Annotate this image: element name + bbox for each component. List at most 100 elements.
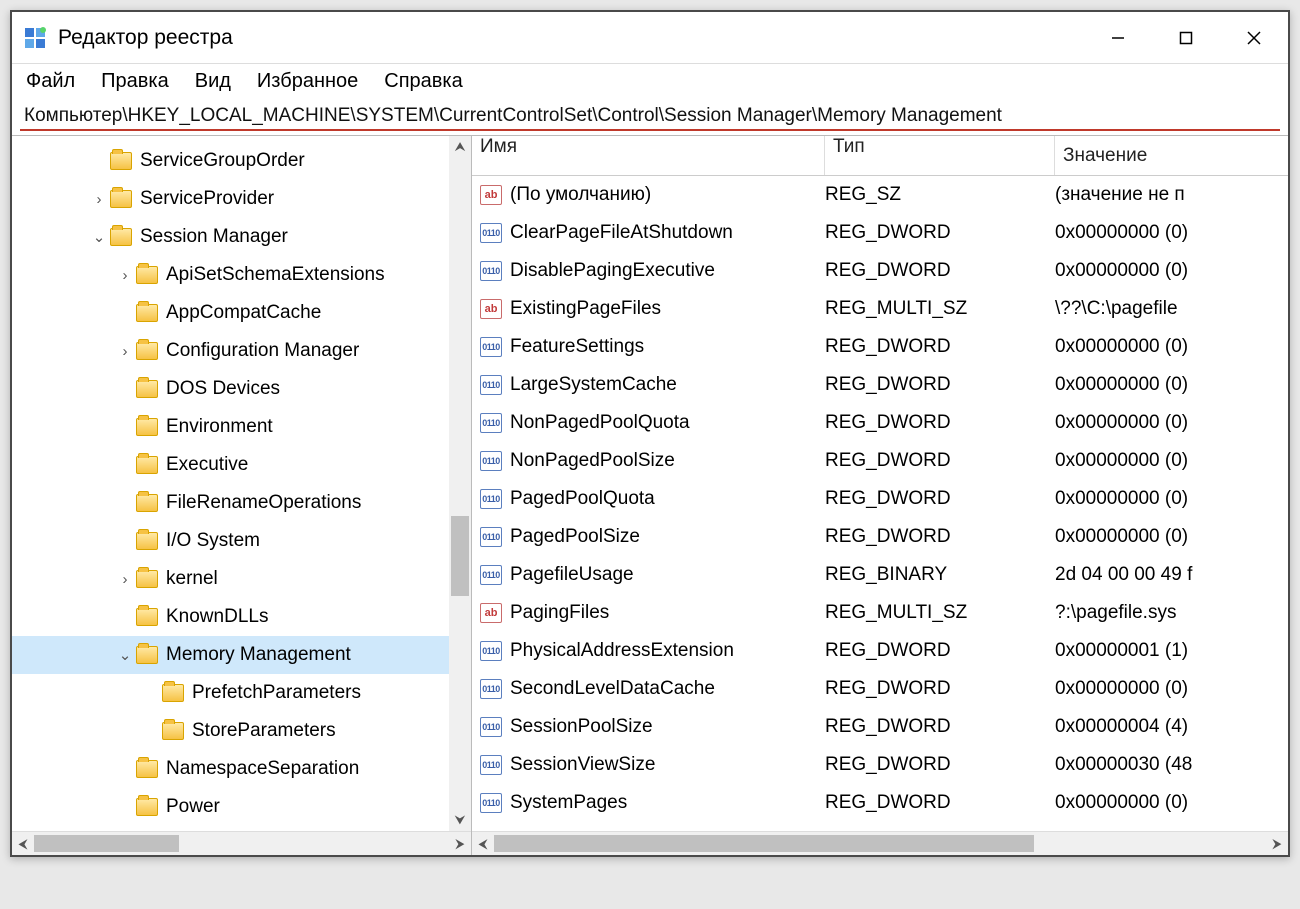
value-type: REG_DWORD	[825, 222, 1055, 244]
menu-favorites[interactable]: Избранное	[257, 70, 358, 93]
chevron-down-icon[interactable]: ⌄	[90, 228, 108, 246]
address-bar[interactable]: Компьютер\HKEY_LOCAL_MACHINE\SYSTEM\Curr…	[20, 103, 1280, 131]
tree-item[interactable]: StoreParameters	[12, 712, 471, 750]
values-horizontal-scrollbar[interactable]: ⮜ ⮞	[472, 831, 1288, 855]
column-header-name[interactable]: Имя	[480, 136, 825, 175]
tree-item[interactable]: Environment	[12, 408, 471, 446]
tree-item[interactable]: ServiceGroupOrder	[12, 142, 471, 180]
value-row[interactable]: 0110DisablePagingExecutiveREG_DWORD0x000…	[472, 252, 1288, 290]
close-button[interactable]	[1220, 14, 1288, 62]
tree-horizontal-scrollbar[interactable]: ⮜ ⮞	[12, 831, 471, 855]
menu-help[interactable]: Справка	[384, 70, 462, 93]
value-type: REG_DWORD	[825, 412, 1055, 434]
value-row[interactable]: abExistingPageFilesREG_MULTI_SZ\??\C:\pa…	[472, 290, 1288, 328]
value-row[interactable]: 0110ClearPageFileAtShutdownREG_DWORD0x00…	[472, 214, 1288, 252]
chevron-right-icon[interactable]: ›	[116, 267, 134, 284]
column-header-value[interactable]: Значение	[1055, 145, 1288, 167]
value-row[interactable]: 0110FeatureSettingsREG_DWORD0x00000000 (…	[472, 328, 1288, 366]
value-name-cell: 0110DisablePagingExecutive	[480, 260, 825, 282]
tree-item[interactable]: I/O System	[12, 522, 471, 560]
scroll-right-icon[interactable]: ⮞	[449, 836, 471, 852]
value-row[interactable]: ab(По умолчанию)REG_SZ(значение не п	[472, 176, 1288, 214]
values-list[interactable]: ab(По умолчанию)REG_SZ(значение не п0110…	[472, 176, 1288, 831]
chevron-right-icon[interactable]: ›	[90, 191, 108, 208]
scroll-thumb[interactable]	[451, 516, 469, 596]
value-name: PagingFiles	[510, 602, 609, 624]
value-row[interactable]: 0110LargeSystemCacheREG_DWORD0x00000000 …	[472, 366, 1288, 404]
tree-vertical-scrollbar[interactable]: ⮝ ⮟	[449, 136, 471, 831]
binary-value-icon: 0110	[480, 223, 502, 243]
column-header-type[interactable]: Тип	[825, 136, 1055, 175]
chevron-right-icon[interactable]: ›	[116, 343, 134, 360]
value-data: 0x00000000 (0)	[1055, 450, 1288, 472]
tree-item[interactable]: NamespaceSeparation	[12, 750, 471, 788]
scroll-left-icon[interactable]: ⮜	[12, 836, 34, 852]
value-data: 0x00000000 (0)	[1055, 678, 1288, 700]
scroll-track[interactable]	[494, 832, 1266, 855]
tree-item[interactable]: AppCompatCache	[12, 294, 471, 332]
folder-icon	[110, 190, 132, 208]
tree-item[interactable]: ›ServiceProvider	[12, 180, 471, 218]
tree-item[interactable]: Executive	[12, 446, 471, 484]
value-name: SystemPages	[510, 792, 627, 814]
value-name-cell: abExistingPageFiles	[480, 298, 825, 320]
tree-item[interactable]: › Configuration Manager	[12, 332, 471, 370]
scroll-up-icon[interactable]: ⮝	[449, 136, 471, 158]
tree-item-label: DOS Devices	[166, 378, 280, 400]
value-row[interactable]: 0110PhysicalAddressExtensionREG_DWORD0x0…	[472, 632, 1288, 670]
value-row[interactable]: 0110NonPagedPoolQuotaREG_DWORD0x00000000…	[472, 404, 1288, 442]
value-row[interactable]: 0110PagefileUsageREG_BINARY2d 04 00 00 4…	[472, 556, 1288, 594]
value-name-cell: 0110SessionViewSize	[480, 754, 825, 776]
tree-item[interactable]: DOS Devices	[12, 370, 471, 408]
tree-item[interactable]: ⌄ Session Manager	[12, 218, 471, 256]
tree-item-label: Configuration Manager	[166, 340, 359, 362]
menu-view[interactable]: Вид	[195, 70, 231, 93]
binary-value-icon: 0110	[480, 717, 502, 737]
value-name-cell: 0110SystemPages	[480, 792, 825, 814]
menu-edit[interactable]: Правка	[101, 70, 169, 93]
tree-item[interactable]: ›ApiSetSchemaExtensions	[12, 256, 471, 294]
value-name-cell: 0110LargeSystemCache	[480, 374, 825, 396]
minimize-button[interactable]	[1084, 14, 1152, 62]
tree-item[interactable]: PrefetchParameters	[12, 674, 471, 712]
value-name-cell: 0110PagedPoolSize	[480, 526, 825, 548]
value-data: ?:\pagefile.sys	[1055, 602, 1288, 624]
value-name: (По умолчанию)	[510, 184, 651, 206]
value-name: SessionPoolSize	[510, 716, 653, 738]
scroll-down-icon[interactable]: ⮟	[449, 809, 471, 831]
scroll-track[interactable]	[34, 832, 449, 855]
chevron-right-icon[interactable]: ›	[116, 571, 134, 588]
maximize-button[interactable]	[1152, 14, 1220, 62]
value-type: REG_DWORD	[825, 716, 1055, 738]
tree-item[interactable]: Power	[12, 788, 471, 826]
value-row[interactable]: 0110PagedPoolSizeREG_DWORD0x00000000 (0)	[472, 518, 1288, 556]
value-row[interactable]: 0110PagedPoolQuotaREG_DWORD0x00000000 (0…	[472, 480, 1288, 518]
chevron-down-icon[interactable]: ⌄	[116, 646, 134, 664]
scroll-left-icon[interactable]: ⮜	[472, 836, 494, 852]
value-row[interactable]: 0110SystemPagesREG_DWORD0x00000000 (0)	[472, 784, 1288, 822]
value-data: 0x00000000 (0)	[1055, 260, 1288, 282]
tree-view[interactable]: ServiceGroupOrder›ServiceProvider ⌄ Sessio…	[12, 136, 471, 831]
menu-file[interactable]: Файл	[26, 70, 75, 93]
value-type: REG_DWORD	[825, 526, 1055, 548]
scroll-track[interactable]	[449, 158, 471, 809]
window-controls	[1084, 14, 1288, 62]
registry-editor-window: Редактор реестра Файл Правка Вид Избранн…	[10, 10, 1290, 857]
value-row[interactable]: abPagingFilesREG_MULTI_SZ?:\pagefile.sys	[472, 594, 1288, 632]
scroll-thumb[interactable]	[494, 835, 1034, 852]
value-type: REG_DWORD	[825, 374, 1055, 396]
value-row[interactable]: 0110NonPagedPoolSizeREG_DWORD0x00000000 …	[472, 442, 1288, 480]
tree-item[interactable]: KnownDLLs	[12, 598, 471, 636]
value-name-cell: abPagingFiles	[480, 602, 825, 624]
tree-item-label: Session Manager	[140, 226, 288, 248]
tree-item[interactable]: ⌄Memory Management	[12, 636, 471, 674]
folder-icon	[136, 608, 158, 626]
value-row[interactable]: 0110SessionPoolSizeREG_DWORD0x00000004 (…	[472, 708, 1288, 746]
value-row[interactable]: 0110SessionViewSizeREG_DWORD0x00000030 (…	[472, 746, 1288, 784]
value-row[interactable]: 0110SecondLevelDataCacheREG_DWORD0x00000…	[472, 670, 1288, 708]
tree-item[interactable]: ›kernel	[12, 560, 471, 598]
value-name-cell: 0110SecondLevelDataCache	[480, 678, 825, 700]
scroll-right-icon[interactable]: ⮞	[1266, 836, 1288, 852]
tree-item[interactable]: FileRenameOperations	[12, 484, 471, 522]
scroll-thumb[interactable]	[34, 835, 179, 852]
